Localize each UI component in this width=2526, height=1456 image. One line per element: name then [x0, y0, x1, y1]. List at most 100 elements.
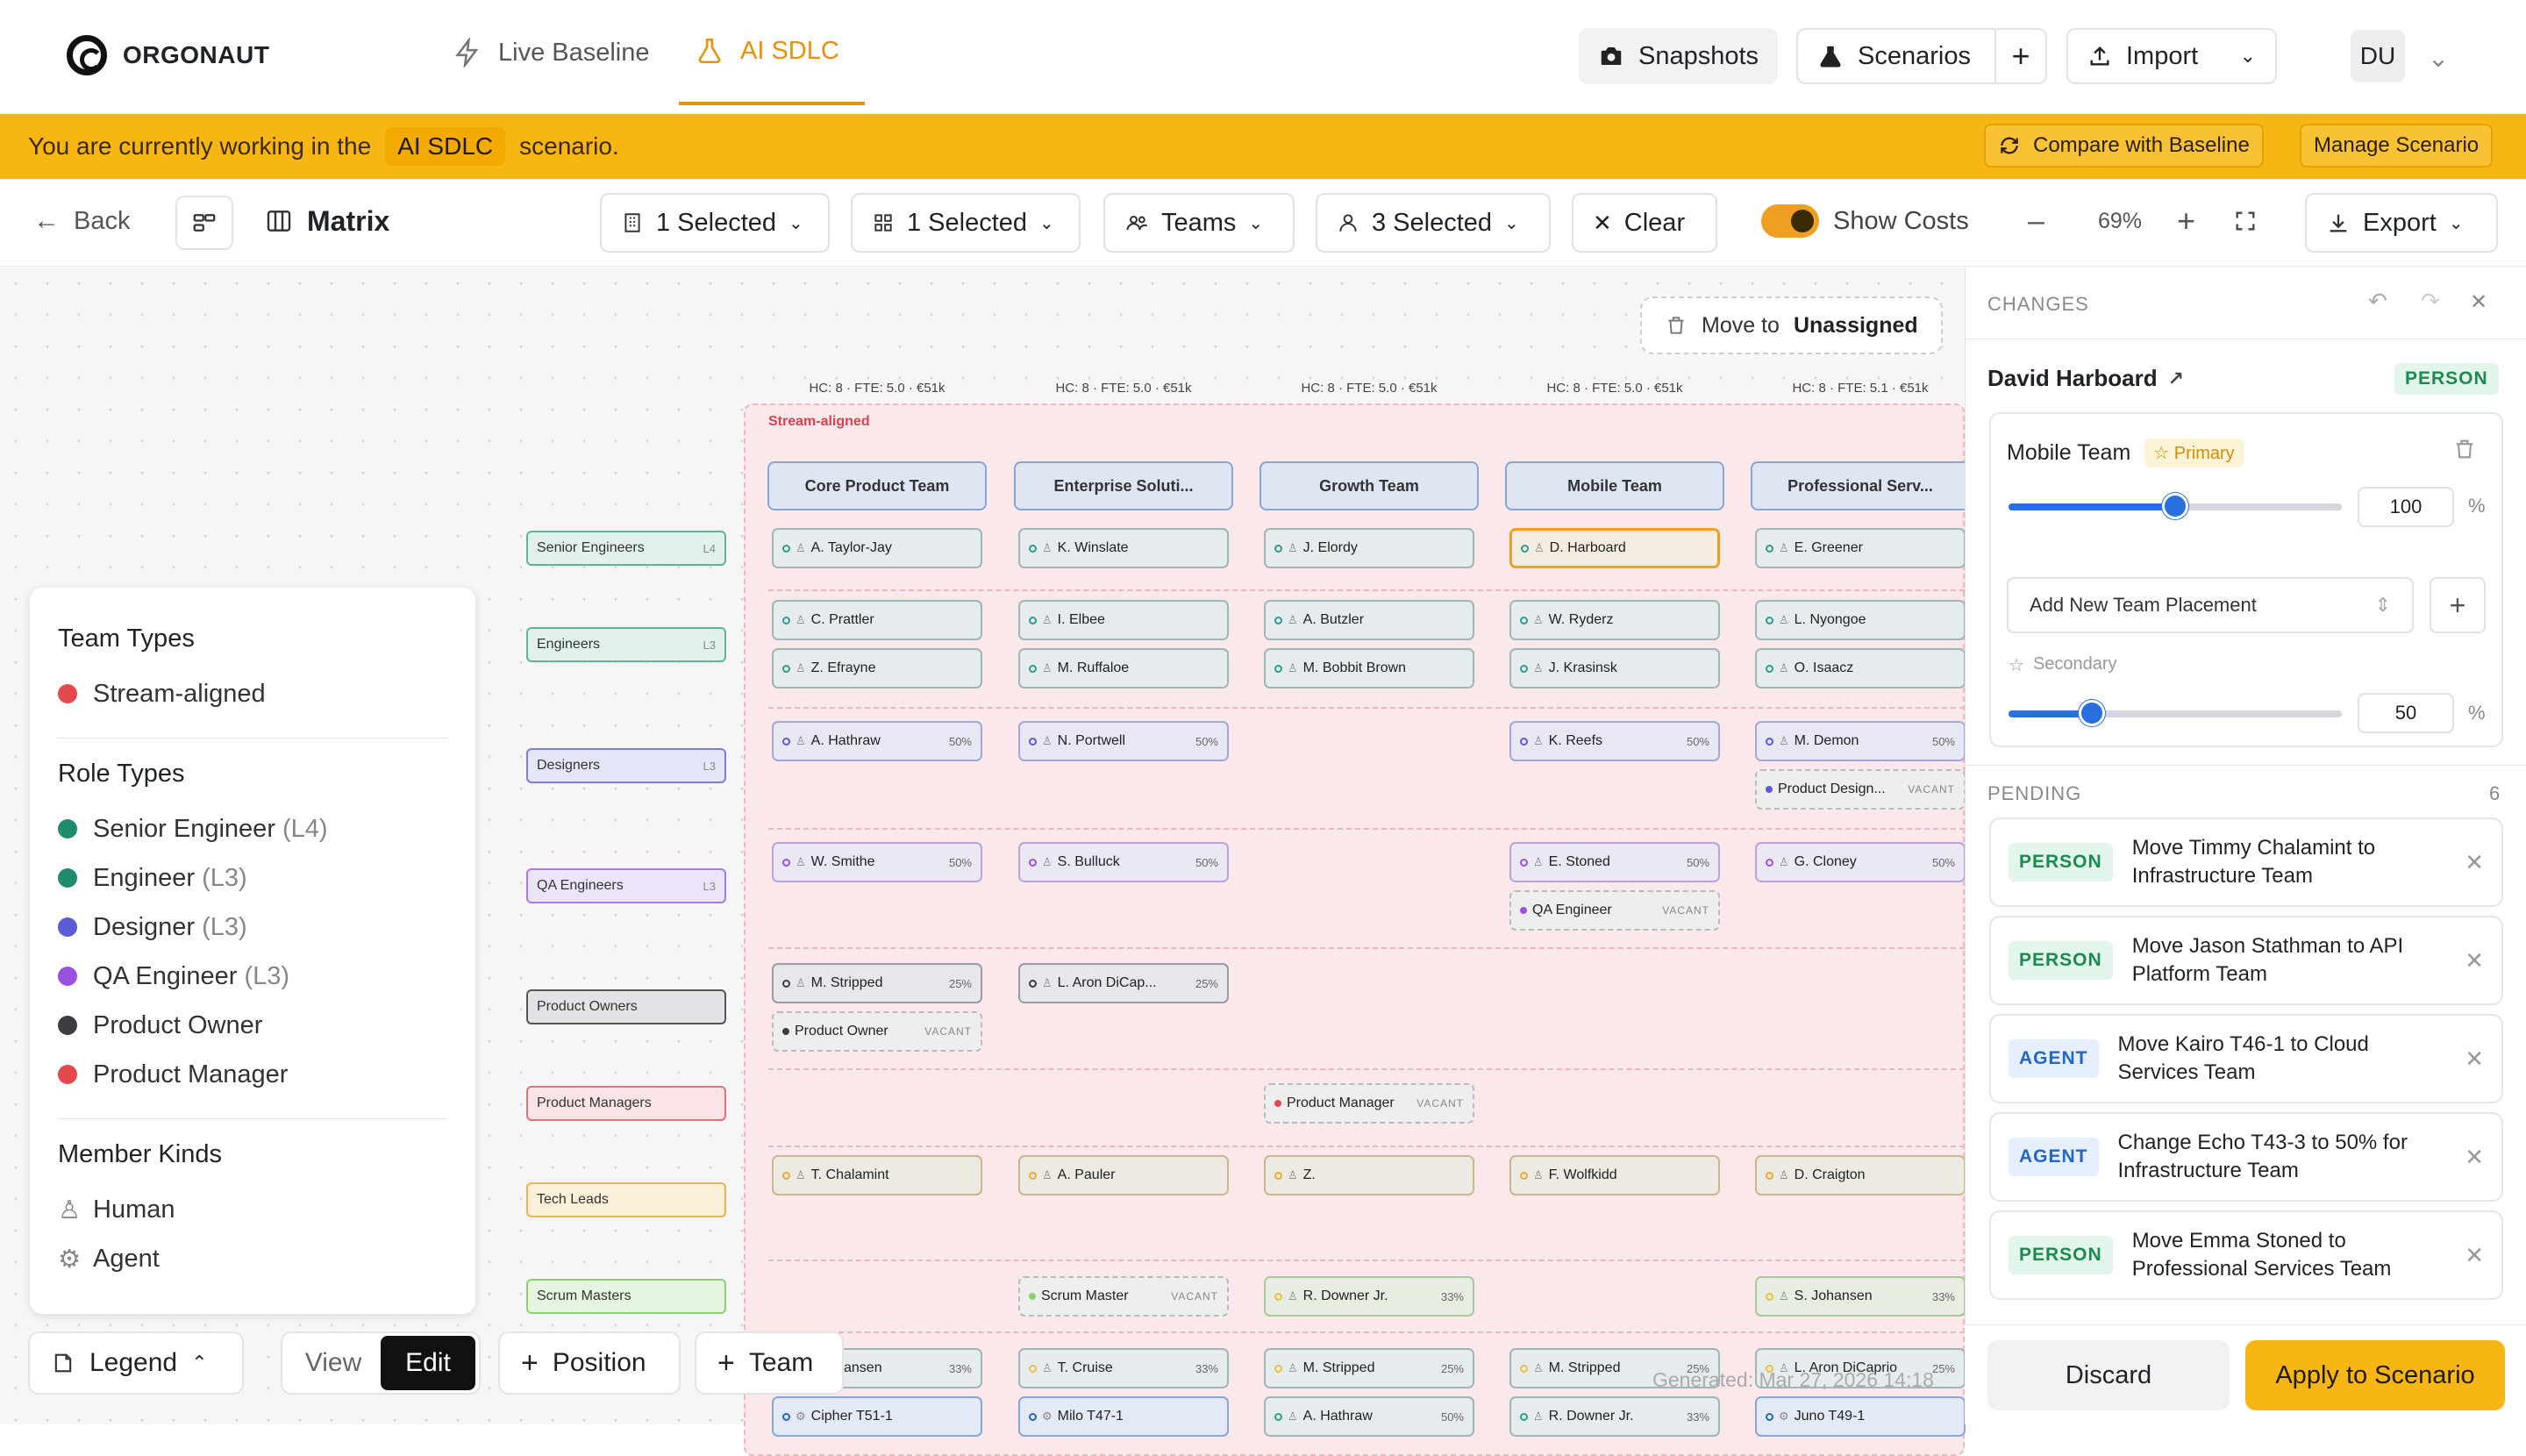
role-label-engineers[interactable]: Engineers L3	[526, 627, 726, 662]
external-link-icon[interactable]: ↗	[2168, 368, 2184, 390]
team-header[interactable]: Core Product Team	[767, 461, 987, 510]
primary-allocation-slider[interactable]	[2009, 493, 2342, 519]
member-card[interactable]: ♙ W. Smithe 50%	[772, 842, 982, 882]
vacant-position-card[interactable]: QA Engineer VACANT	[1509, 890, 1720, 931]
member-card[interactable]: ♙ M. Demon 50%	[1755, 721, 1966, 761]
teams-filter-dropdown[interactable]: Teams ⌄	[1103, 193, 1295, 253]
people-filter-dropdown[interactable]: 3 Selected ⌄	[1316, 193, 1551, 253]
role-label-qa-engineers[interactable]: QA Engineers L3	[526, 868, 726, 903]
remove-change-icon[interactable]: ✕	[2465, 946, 2484, 974]
member-card[interactable]: ♙ A. Pauler	[1018, 1155, 1229, 1195]
add-position-button[interactable]: + Position	[498, 1331, 681, 1395]
vacant-position-card[interactable]: Product Manager VACANT	[1264, 1083, 1474, 1124]
member-card[interactable]: ♙ A. Taylor-Jay	[772, 528, 982, 568]
show-costs-toggle[interactable]: Show Costs	[1742, 193, 1988, 249]
scenarios-button[interactable]: Scenarios	[1796, 28, 1996, 84]
add-scenario-button[interactable]: +	[1994, 28, 2047, 84]
import-button[interactable]: Import ⌄	[2066, 28, 2277, 84]
view-mode-button[interactable]: View	[286, 1348, 381, 1378]
toggle-sidebar-button[interactable]	[175, 196, 233, 250]
team-header[interactable]: Growth Team	[1259, 461, 1479, 510]
role-label-tech-leads[interactable]: Tech Leads	[526, 1182, 726, 1217]
slider-knob[interactable]	[2162, 493, 2188, 519]
team-header[interactable]: Mobile Team	[1505, 461, 1724, 510]
fit-screen-icon[interactable]	[2214, 193, 2277, 249]
member-card[interactable]: ♙ G. Cloney 50%	[1755, 842, 1966, 882]
member-card[interactable]: ♙ O. Isaacz	[1755, 648, 1966, 689]
toggle-switch[interactable]	[1761, 204, 1819, 238]
zoom-in-button[interactable]: +	[2158, 193, 2215, 249]
grid-filter-dropdown[interactable]: 1 Selected ⌄	[851, 193, 1081, 253]
member-card[interactable]: ♙ J. Elordy	[1264, 528, 1474, 568]
member-card[interactable]: ♙ E. Greener	[1755, 528, 1966, 568]
member-card-selected[interactable]: ♙ D. Harboard	[1509, 528, 1720, 568]
member-card[interactable]: ♙ N. Portwell 50%	[1018, 721, 1229, 761]
role-label-designers[interactable]: Designers L3	[526, 748, 726, 783]
member-card[interactable]: ♙ R. Downer Jr. 33%	[1264, 1276, 1474, 1317]
member-card[interactable]: ♙ A. Hathraw 50%	[772, 721, 982, 761]
user-avatar[interactable]: DU	[2351, 30, 2405, 82]
member-card[interactable]: ♙ Z.	[1264, 1155, 1474, 1195]
remove-change-icon[interactable]: ✕	[2465, 1045, 2484, 1073]
member-card[interactable]: ♙ M. Stripped 25%	[1264, 1348, 1474, 1388]
pending-change-item[interactable]: AGENT Move Kairo T46-1 to Cloud Services …	[1989, 1014, 2503, 1103]
role-label-product-managers[interactable]: Product Managers	[526, 1086, 726, 1121]
member-card[interactable]: ♙ A. Hathraw 50%	[1264, 1396, 1474, 1437]
edit-mode-button[interactable]: Edit	[381, 1336, 475, 1390]
vacant-position-card[interactable]: Scrum Master VACANT	[1018, 1276, 1229, 1317]
pending-change-item[interactable]: PERSON Move Emma Stoned to Professional S…	[1989, 1210, 2503, 1300]
member-card[interactable]: ♙ S. Bulluck 50%	[1018, 842, 1229, 882]
pending-change-item[interactable]: AGENT Change Echo T43-3 to 50% for Infras…	[1989, 1112, 2503, 1202]
member-card[interactable]: ♙ D. Craigton	[1755, 1155, 1966, 1195]
brand-logo[interactable]: ORGONAUT	[67, 35, 269, 75]
agent-card[interactable]: ⚙ Juno T49-1	[1755, 1396, 1966, 1437]
member-card[interactable]: ♙ F. Wolfkidd	[1509, 1155, 1720, 1195]
discard-button[interactable]: Discard	[1987, 1340, 2230, 1410]
team-header[interactable]: Enterprise Soluti...	[1014, 461, 1233, 510]
team-header[interactable]: Professional Serv...	[1751, 461, 1970, 510]
member-card[interactable]: ♙ K. Reefs 50%	[1509, 721, 1720, 761]
move-to-unassigned-dropzone[interactable]: Move to Unassigned	[1640, 296, 1943, 354]
slider-knob[interactable]	[2079, 700, 2105, 726]
member-card[interactable]: ♙ K. Winslate	[1018, 528, 1229, 568]
remove-change-icon[interactable]: ✕	[2465, 848, 2484, 876]
apply-to-scenario-button[interactable]: Apply to Scenario	[2245, 1340, 2505, 1410]
member-card[interactable]: ♙ L. Nyongoe	[1755, 600, 1966, 640]
vacant-position-card[interactable]: Product Owner VACANT	[772, 1011, 982, 1052]
role-label-scrum-masters[interactable]: Scrum Masters	[526, 1279, 726, 1314]
export-button[interactable]: Export ⌄	[2305, 193, 2498, 253]
legend-toggle-button[interactable]: Legend ⌃	[28, 1331, 244, 1395]
primary-allocation-input[interactable]: 100	[2358, 487, 2454, 527]
member-card[interactable]: ♙ I. Elbee	[1018, 600, 1229, 640]
snapshots-button[interactable]: Snapshots	[1579, 28, 1779, 84]
remove-change-icon[interactable]: ✕	[2465, 1241, 2484, 1269]
member-card[interactable]: ♙ S. Johansen 33%	[1755, 1276, 1966, 1317]
building-filter-dropdown[interactable]: 1 Selected ⌄	[600, 193, 830, 253]
user-menu-chevron-icon[interactable]: ⌄	[2412, 30, 2465, 86]
member-card[interactable]: ♙ T. Cruise 33%	[1018, 1348, 1229, 1388]
member-card[interactable]: ♙ J. Krasinsk	[1509, 648, 1720, 689]
member-card[interactable]: ♙ M. Ruffaloe	[1018, 648, 1229, 689]
close-icon[interactable]: ✕	[2470, 289, 2487, 315]
member-card[interactable]: ♙ A. Butzler	[1264, 600, 1474, 640]
secondary-allocation-slider[interactable]	[2009, 700, 2342, 726]
undo-icon[interactable]: ↶	[2368, 288, 2387, 315]
trash-icon[interactable]	[2452, 437, 2477, 466]
member-card[interactable]: ♙ R. Downer Jr. 33%	[1509, 1396, 1720, 1437]
add-placement-button[interactable]: +	[2430, 577, 2486, 633]
redo-icon[interactable]: ↷	[2421, 288, 2440, 315]
remove-change-icon[interactable]: ✕	[2465, 1143, 2484, 1171]
member-card[interactable]: ♙ W. Ryderz	[1509, 600, 1720, 640]
clear-filters-button[interactable]: ✕ Clear	[1572, 193, 1717, 253]
role-label-product-owners[interactable]: Product Owners	[526, 989, 726, 1024]
role-label-senior-engineers[interactable]: Senior Engineers L4	[526, 531, 726, 566]
member-card[interactable]: ♙ M. Stripped 25%	[772, 963, 982, 1003]
vacant-position-card[interactable]: Product Design... VACANT	[1755, 769, 1966, 810]
member-card[interactable]: ♙ T. Chalamint	[772, 1155, 982, 1195]
tab-ai-sdlc[interactable]: AI SDLC	[679, 0, 865, 105]
member-card[interactable]: ♙ C. Prattler	[772, 600, 982, 640]
zoom-out-button[interactable]: –	[2009, 193, 2064, 249]
pending-change-item[interactable]: PERSON Move Jason Stathman to API Platfor…	[1989, 916, 2503, 1005]
member-card[interactable]: ♙ E. Stoned 50%	[1509, 842, 1720, 882]
member-card[interactable]: ♙ Z. Efrayne	[772, 648, 982, 689]
